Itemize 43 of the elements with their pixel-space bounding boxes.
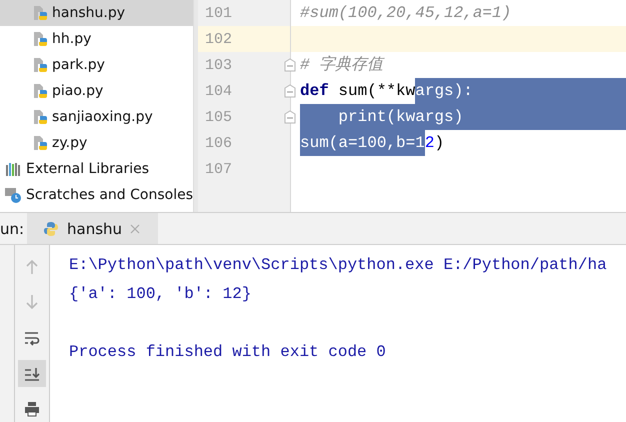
library-icon [5, 161, 21, 177]
tree-item[interactable]: hanshu.py [0, 0, 193, 26]
python-file-icon [32, 83, 48, 99]
python-file-icon [32, 109, 48, 125]
code-text: args): [415, 78, 473, 104]
console-output: {'a': 100, 'b': 12} [69, 285, 252, 303]
line-number: 101 [205, 4, 232, 22]
console-output: E:\Python\path\venv\Scripts\python.exe E:/Python/path/ha [69, 256, 607, 274]
scratches-icon [5, 187, 21, 203]
python-icon [43, 220, 59, 236]
python-file-icon [32, 31, 48, 47]
line-number: 106 [205, 134, 232, 152]
code-text: ) [434, 133, 444, 154]
tree-item[interactable]: hh.py [0, 26, 193, 52]
python-file-icon [32, 5, 48, 21]
fold-marker-icon[interactable] [284, 58, 296, 72]
code-text: #sum(100,20,45,12,a=1) [300, 3, 512, 24]
line-number: 107 [205, 160, 232, 178]
fold-marker-icon[interactable] [284, 84, 296, 98]
close-icon[interactable] [130, 224, 140, 234]
console-output: Process finished with exit code 0 [69, 343, 386, 361]
python-file-icon [32, 57, 48, 73]
code-text: def [300, 81, 329, 102]
line-number: 105 [205, 108, 232, 126]
code-text: 2 [424, 133, 434, 154]
tree-item[interactable]: park.py [0, 52, 193, 78]
tree-item[interactable]: External Libraries [0, 156, 193, 182]
scroll-end-icon[interactable] [18, 360, 46, 388]
code-text: # 字典存值 [300, 54, 384, 76]
code-text: sum(a=100,b=1 [300, 130, 425, 156]
tree-item[interactable]: sanjiaoxing.py [0, 104, 193, 130]
python-file-icon [32, 135, 48, 151]
code-text: sum(**kw [337, 81, 416, 102]
line-number: 103 [205, 56, 232, 74]
tree-item[interactable]: Scratches and Consoles [0, 182, 193, 208]
run-tab[interactable]: hanshu [27, 213, 158, 244]
line-number: 102 [205, 30, 232, 48]
tree-item[interactable]: zy.py [0, 130, 193, 156]
fold-marker-icon[interactable] [284, 110, 296, 124]
tree-item[interactable]: piao.py [0, 78, 193, 104]
line-number: 104 [205, 82, 232, 100]
code-text: print(kwargs) [300, 104, 464, 130]
run-label: un: [0, 218, 26, 240]
